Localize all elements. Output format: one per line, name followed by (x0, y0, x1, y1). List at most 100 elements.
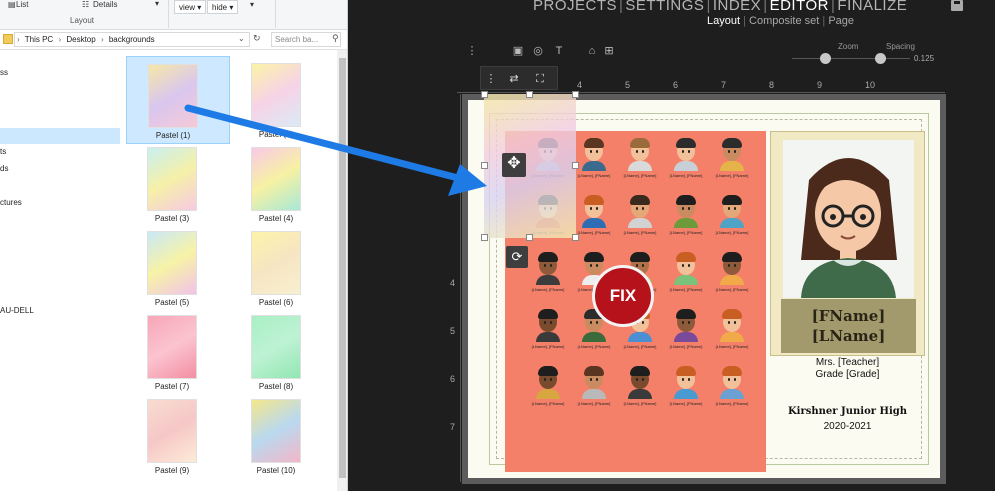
student-cell[interactable]: [LName], [FName] (573, 365, 615, 415)
school-name[interactable]: Kirshner Junior High (770, 406, 925, 417)
nav-item[interactable]: ctures (0, 198, 22, 207)
file-thumbnail[interactable] (251, 399, 301, 463)
scrollbar-thumb[interactable] (339, 58, 346, 478)
save-icon[interactable] (951, 0, 963, 11)
file-tile[interactable]: Pastel (1) (126, 56, 230, 144)
student-cell[interactable]: [LName], [FName] (619, 137, 661, 187)
hide-button[interactable]: hide ▾ (207, 0, 239, 14)
breadcrumb-this-pc[interactable]: This PC (25, 35, 53, 44)
nav-item[interactable]: ts (0, 147, 6, 156)
file-tile[interactable]: Pastel (2) (230, 56, 334, 144)
search-input[interactable]: Search ba... (271, 32, 341, 47)
file-tile[interactable]: Pastel (8) (230, 308, 334, 396)
nav-item[interactable]: ss (0, 68, 8, 77)
subnav-tab-page[interactable]: Page (828, 15, 854, 27)
nav-tab-projects[interactable]: PROJECTS (533, 0, 617, 14)
file-thumbnail[interactable] (251, 147, 301, 211)
student-cell[interactable]: [LName], [FName] (711, 137, 753, 187)
student-cell[interactable]: [LName], [FName] (573, 194, 615, 244)
student-cell[interactable]: [LName], [FName] (527, 365, 569, 415)
zoom-slider-knob[interactable] (820, 53, 831, 64)
file-tile[interactable]: Pastel (6) (230, 224, 334, 312)
file-thumbnail[interactable] (148, 64, 198, 128)
options-chevron-icon[interactable]: ▾ (250, 0, 254, 9)
list-view-icon[interactable]: ▤ (8, 0, 16, 9)
subnav-tab-layout[interactable]: Layout (707, 15, 740, 27)
view-button[interactable]: view ▾ (174, 0, 207, 14)
resize-handle[interactable] (481, 91, 488, 98)
teacher-portrait-image[interactable] (783, 140, 914, 298)
file-tile[interactable]: Pastel (4) (230, 140, 334, 228)
teacher-nameplate[interactable]: [FName] [LName] (781, 299, 916, 353)
home-icon[interactable]: ⌂ (586, 45, 598, 57)
teacher-portrait-frame[interactable]: [FName] [LName] (770, 131, 925, 356)
list-view-label[interactable]: List (16, 0, 28, 9)
resize-handle[interactable] (481, 162, 488, 169)
file-tile[interactable]: Pastel (7) (126, 308, 230, 396)
rotate-icon[interactable]: ⟳ (506, 246, 528, 268)
nav-item[interactable]: AU-DELL (0, 306, 34, 315)
file-thumbnail[interactable] (251, 315, 301, 379)
dragged-background-image[interactable] (484, 94, 576, 238)
nav-tab-settings[interactable]: SETTINGS (625, 0, 704, 14)
details-view-icon[interactable]: ☷ (82, 0, 89, 9)
resize-handle[interactable] (572, 234, 579, 241)
file-tile[interactable]: Pastel (9) (126, 392, 230, 480)
student-cell[interactable]: [LName], [FName] (527, 308, 569, 358)
student-cell[interactable]: [LName], [FName] (665, 194, 707, 244)
more-vertical-icon[interactable]: ⋮ (484, 72, 498, 86)
refresh-icon[interactable]: ↻ (253, 33, 261, 44)
address-path[interactable]: › This PC › Desktop › backgrounds (14, 32, 250, 47)
resize-handle[interactable] (572, 162, 579, 169)
breadcrumb-backgrounds[interactable]: backgrounds (109, 35, 155, 44)
subnav-tab-composite-set[interactable]: Composite set (749, 15, 819, 27)
file-tile[interactable]: Pastel (3) (126, 140, 230, 228)
search-icon[interactable]: ⚲ (332, 33, 339, 44)
student-cell[interactable]: [LName], [FName] (527, 251, 569, 301)
student-cell[interactable]: [LName], [FName] (665, 137, 707, 187)
move-icon[interactable]: ✥ (502, 153, 526, 177)
resize-handle[interactable] (526, 234, 533, 241)
file-thumbnail[interactable] (251, 63, 301, 127)
resize-handle[interactable] (481, 234, 488, 241)
text-icon[interactable]: T (553, 45, 565, 57)
teacher-caption[interactable]: Mrs. [Teacher] Grade [Grade] (770, 357, 925, 381)
student-cell[interactable]: [LName], [FName] (665, 365, 707, 415)
chevron-down-icon[interactable]: ⌄ (238, 34, 245, 43)
student-cell[interactable]: [LName], [FName] (711, 365, 753, 415)
file-thumbnail[interactable] (251, 231, 301, 295)
nav-tab-index[interactable]: INDEX (713, 0, 761, 14)
spacing-slider-knob[interactable] (875, 53, 886, 64)
student-cell[interactable]: [LName], [FName] (619, 194, 661, 244)
explorer-scrollbar[interactable] (337, 50, 347, 491)
student-cell[interactable]: [LName], [FName] (711, 194, 753, 244)
file-thumbnail[interactable] (147, 399, 197, 463)
file-thumbnail[interactable] (147, 315, 197, 379)
school-year[interactable]: 2020-2021 (770, 421, 925, 432)
file-thumbnail[interactable] (147, 231, 197, 295)
swap-icon[interactable]: ⇄ (507, 72, 521, 86)
nav-tab-finalize[interactable]: FINALIZE (837, 0, 907, 14)
file-thumbnail[interactable] (147, 147, 197, 211)
grid-icon[interactable]: ⊞ (603, 45, 615, 57)
student-cell[interactable]: [LName], [FName] (665, 308, 707, 358)
student-cell[interactable]: [LName], [FName] (711, 308, 753, 358)
resize-handle[interactable] (572, 91, 579, 98)
shape-icon[interactable]: ◎ (532, 45, 544, 57)
more-vertical-icon[interactable]: ⋮ (466, 45, 478, 57)
details-view-label[interactable]: Details (93, 0, 117, 9)
file-tile[interactable]: Pastel (5) (126, 224, 230, 312)
expand-icon[interactable]: ▾ (155, 0, 159, 8)
breadcrumb-desktop[interactable]: Desktop (66, 35, 95, 44)
student-cell[interactable]: [LName], [FName] (619, 365, 661, 415)
crop-icon[interactable]: ⛶ (533, 72, 547, 86)
student-cell[interactable]: [LName], [FName] (711, 251, 753, 301)
resize-handle[interactable] (526, 91, 533, 98)
student-name-placeholder: [LName], [FName] (577, 230, 611, 235)
image-icon[interactable]: ▣ (512, 45, 524, 57)
student-cell[interactable]: [LName], [FName] (665, 251, 707, 301)
nav-tab-editor[interactable]: EDITOR (770, 0, 829, 14)
nav-item[interactable]: ds (0, 164, 8, 173)
student-cell[interactable]: [LName], [FName] (573, 137, 615, 187)
file-tile[interactable]: Pastel (10) (230, 392, 334, 480)
